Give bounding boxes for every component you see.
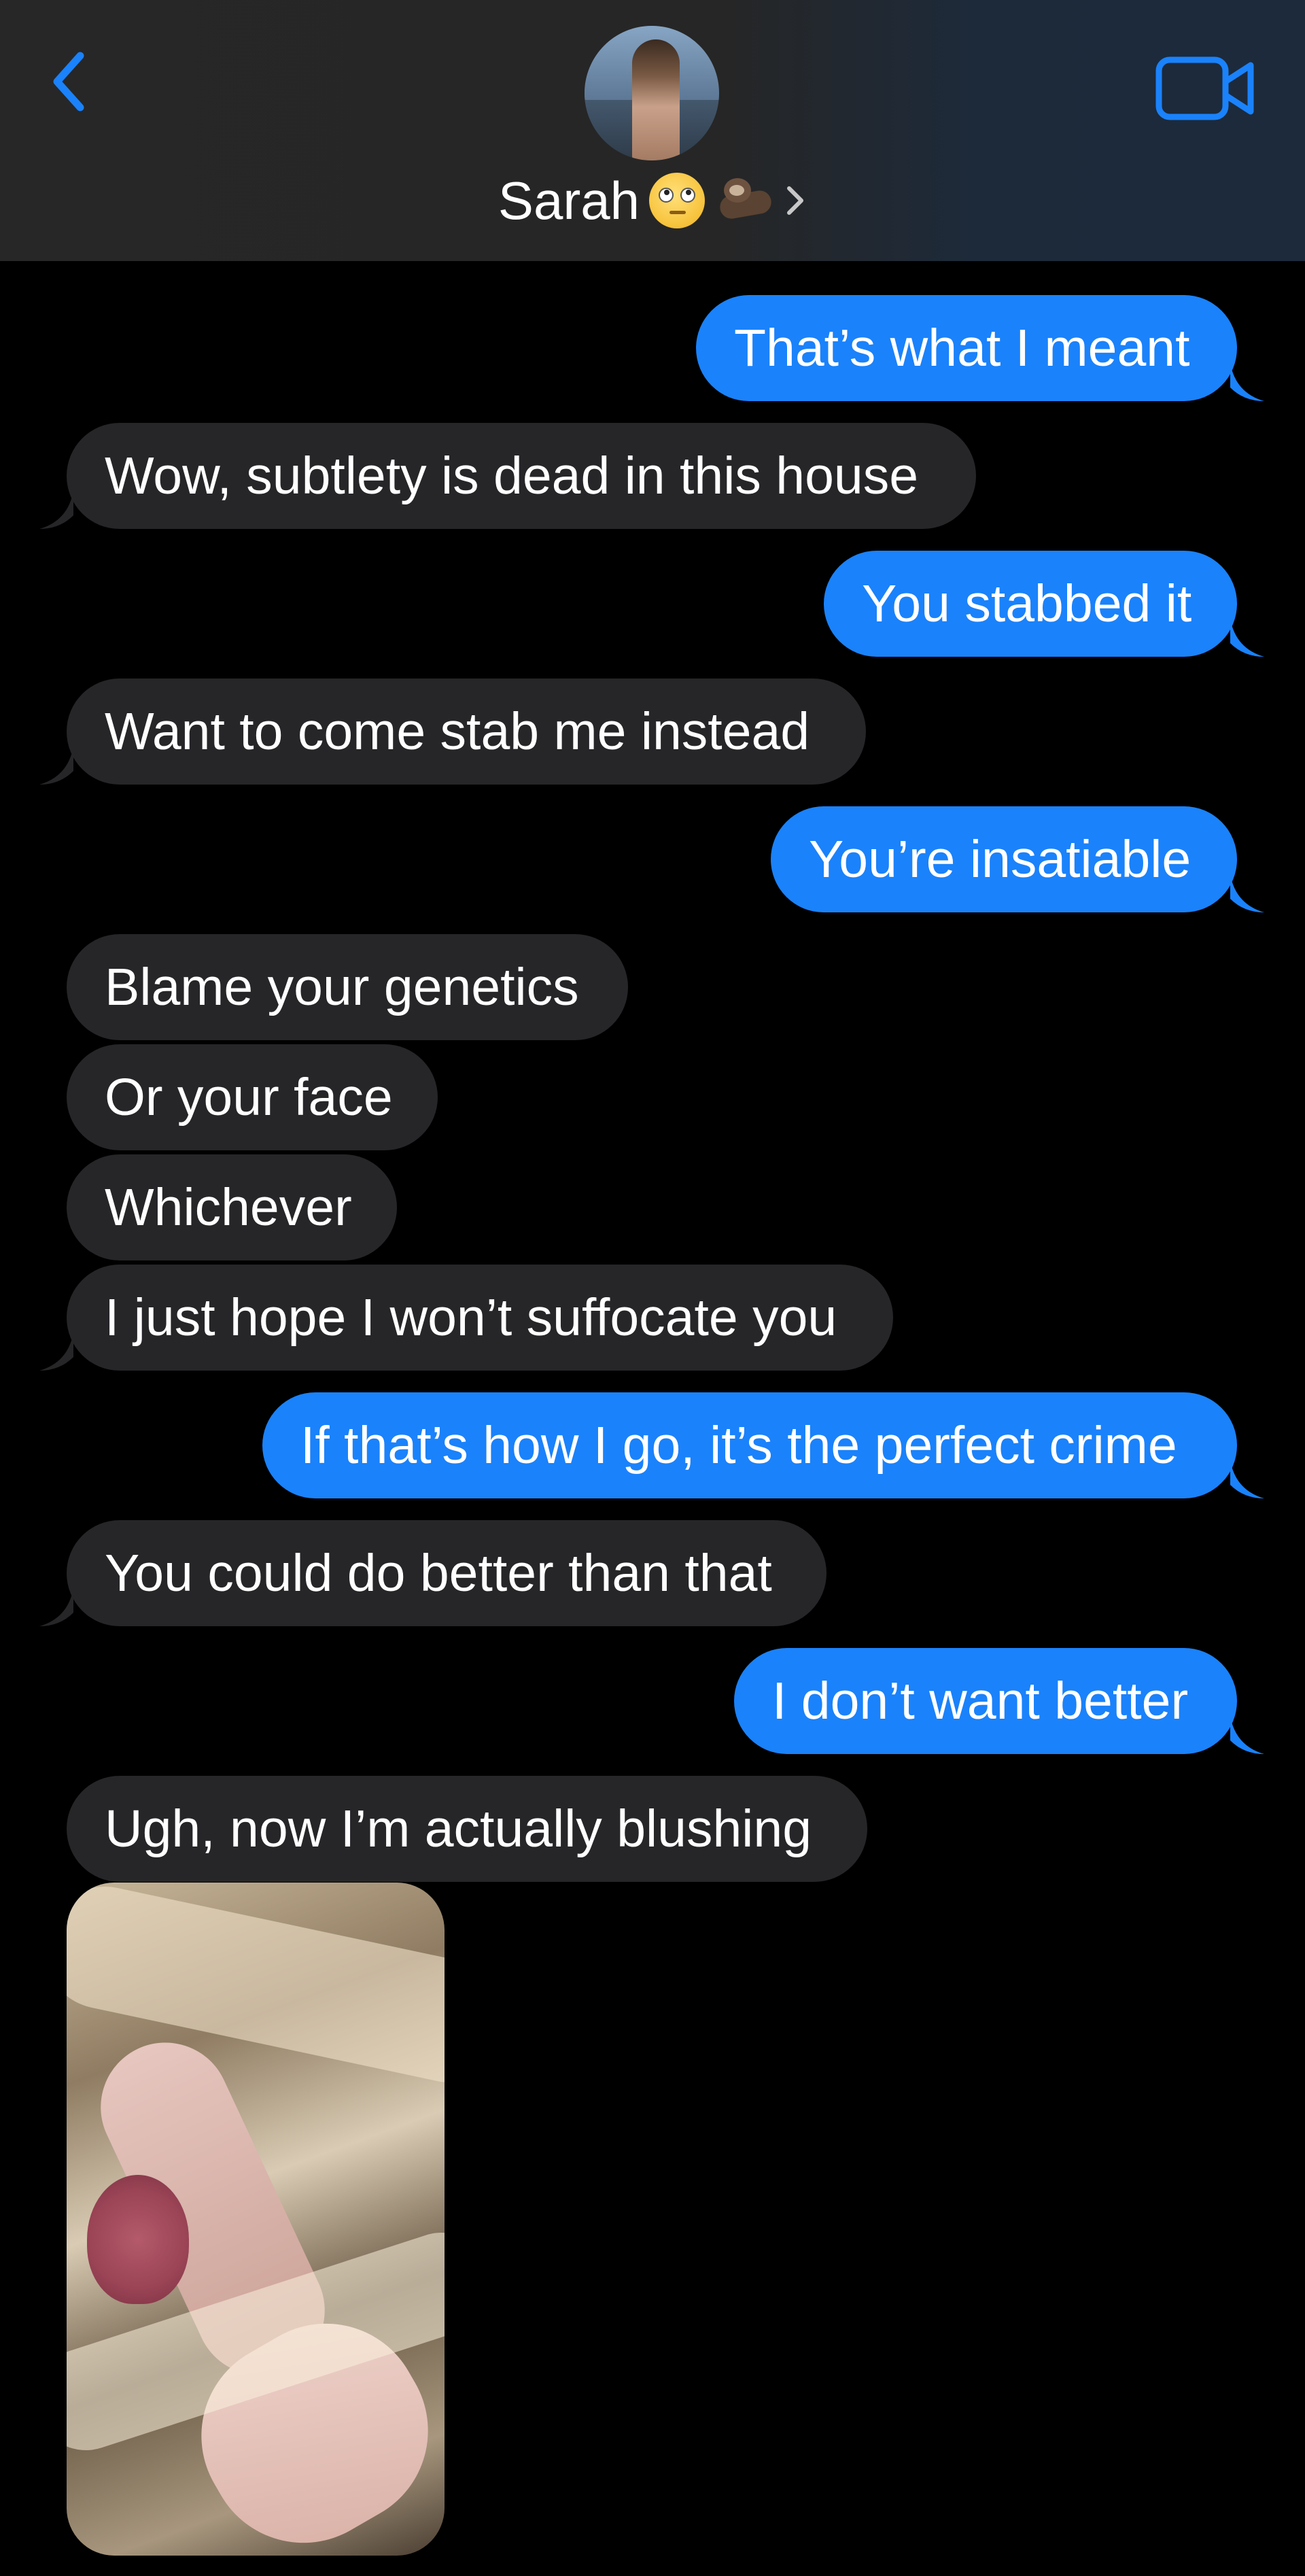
message-text: Or your face xyxy=(105,1068,393,1127)
message-text: You could do better than that xyxy=(105,1544,772,1602)
contact-avatar[interactable] xyxy=(585,26,719,160)
bubble-tail xyxy=(39,1588,73,1626)
message-bubble-incoming[interactable]: Ugh, now I’m actually blushing xyxy=(67,1776,867,1882)
message-bubble-incoming[interactable]: Want to come stab me instead xyxy=(39,679,866,785)
message-text: Ugh, now I’m actually blushing xyxy=(105,1800,812,1858)
message-bubble-incoming[interactable]: You could do better than that xyxy=(39,1520,826,1626)
message-bubble-incoming[interactable]: Whichever xyxy=(67,1154,397,1260)
rolling-eyes-emoji-icon xyxy=(649,173,706,228)
chevron-right-icon xyxy=(787,186,804,215)
photo-attachment[interactable] xyxy=(67,1883,445,2556)
bubble-tail xyxy=(1230,619,1264,657)
bubble-tail xyxy=(39,491,73,529)
contact-name: Sarah xyxy=(498,170,640,230)
message-bubble-outgoing[interactable]: That’s what I meant xyxy=(696,295,1264,401)
contact-name-row[interactable]: Sarah xyxy=(0,167,1305,235)
bubble-tail xyxy=(1230,1460,1264,1498)
message-text: You’re insatiable xyxy=(809,830,1191,889)
message-bubble-incoming[interactable]: Blame your genetics xyxy=(67,934,628,1040)
message-text: Wow, subtlety is dead in this house xyxy=(105,447,919,505)
conversation-header: Sarah xyxy=(0,0,1305,261)
message-bubble-incoming[interactable]: Wow, subtlety is dead in this house xyxy=(39,423,976,529)
video-camera-icon[interactable] xyxy=(1155,54,1255,122)
otter-emoji-icon xyxy=(714,173,774,228)
bubble-tail xyxy=(39,746,73,785)
message-bubble-incoming[interactable]: I just hope I won’t suffocate you xyxy=(39,1265,893,1371)
message-bubble-outgoing[interactable]: I don’t want better xyxy=(734,1648,1264,1754)
message-text: Want to come stab me instead xyxy=(105,702,810,761)
message-bubble-incoming[interactable]: Or your face xyxy=(67,1044,438,1150)
back-chevron-icon[interactable] xyxy=(46,48,94,116)
message-text: Blame your genetics xyxy=(105,958,579,1016)
bubble-tail xyxy=(1230,363,1264,401)
message-text: If that’s how I go, it’s the perfect cri… xyxy=(300,1416,1177,1475)
message-text: Whichever xyxy=(105,1178,352,1237)
message-bubble-outgoing[interactable]: You stabbed it xyxy=(824,551,1264,657)
message-text: I just hope I won’t suffocate you xyxy=(105,1288,837,1347)
message-text: That’s what I meant xyxy=(734,319,1190,377)
message-bubble-outgoing[interactable]: You’re insatiable xyxy=(771,806,1264,912)
message-text: You stabbed it xyxy=(862,574,1192,633)
bubble-tail xyxy=(39,1333,73,1371)
message-text: I don’t want better xyxy=(772,1672,1189,1730)
message-bubble-outgoing[interactable]: If that’s how I go, it’s the perfect cri… xyxy=(262,1392,1264,1498)
bubble-tail xyxy=(1230,1716,1264,1754)
bubble-tail xyxy=(1230,874,1264,912)
